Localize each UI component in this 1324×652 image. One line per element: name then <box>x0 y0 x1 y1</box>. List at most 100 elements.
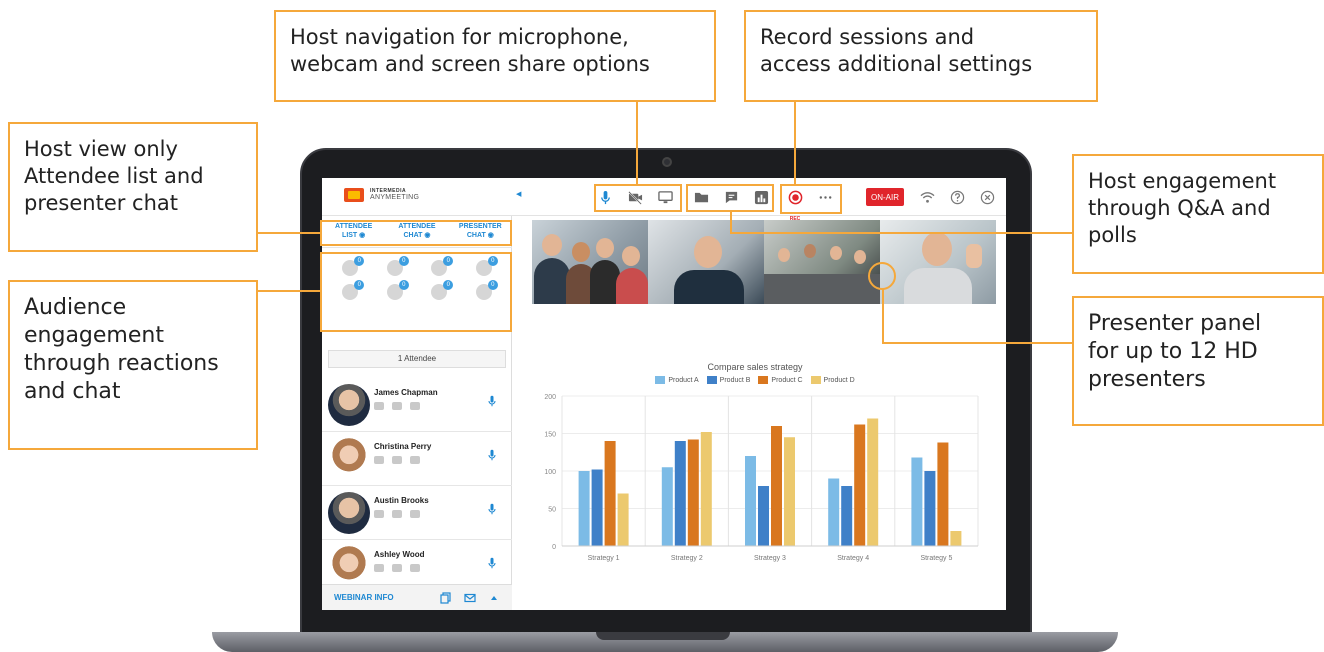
x-tick-label: Strategy 4 <box>837 555 869 562</box>
bar[interactable] <box>854 424 866 547</box>
presenter-status-icon <box>374 456 384 464</box>
callout-audience: Audience engagement through reactions an… <box>8 280 258 450</box>
highlight-reactions <box>320 252 512 332</box>
attendee-name: James Chapman <box>374 388 438 397</box>
legend-swatch <box>655 376 666 384</box>
microphone-icon[interactable] <box>486 394 498 408</box>
legend-item[interactable]: Product D <box>810 376 855 384</box>
leader-line <box>882 288 884 344</box>
y-tick-label: 100 <box>544 469 556 476</box>
bar[interactable] <box>911 457 923 547</box>
chart-title: Compare sales strategy <box>707 362 803 372</box>
x-tick-label: Strategy 2 <box>671 555 703 562</box>
webcam-off-icon <box>392 402 402 410</box>
callout-text: Audience engagement through reactions an… <box>24 295 219 405</box>
bar[interactable] <box>937 442 949 547</box>
webcam-off-icon <box>392 456 402 464</box>
bar[interactable] <box>924 471 936 546</box>
bar[interactable] <box>687 439 699 547</box>
leader-line <box>256 290 320 292</box>
legend-label: Product B <box>719 376 751 384</box>
attendee-count: 1 Attendee <box>328 350 506 368</box>
callout-text: Record sessions and access additional se… <box>760 25 1033 76</box>
copy-icon[interactable] <box>440 592 452 604</box>
bar[interactable] <box>578 471 590 546</box>
attendee-status-icons <box>374 510 420 518</box>
legend-item[interactable]: Product C <box>758 376 803 384</box>
leader-line <box>794 100 796 184</box>
y-tick-label: 200 <box>544 394 556 401</box>
presenter-status-icon <box>374 564 384 572</box>
chevron-up-icon[interactable] <box>488 592 500 604</box>
bar[interactable] <box>674 441 686 546</box>
on-air-button[interactable]: ON-AIR <box>866 188 904 206</box>
callout-text: Host view only Attendee list and present… <box>24 137 204 215</box>
bar[interactable] <box>771 426 782 546</box>
legend-item[interactable]: Product B <box>706 376 751 384</box>
bar[interactable] <box>841 486 853 546</box>
wifi-icon <box>918 188 936 206</box>
attendee-name: Ashley Wood <box>374 550 425 559</box>
wifi-icon <box>410 564 420 572</box>
bar[interactable] <box>950 531 962 546</box>
close-icon[interactable] <box>978 188 996 206</box>
wifi-icon <box>410 402 420 410</box>
webcam-off-icon <box>392 564 402 572</box>
list-item[interactable]: Austin Brooks <box>322 486 512 540</box>
presenter-status-icon <box>374 402 384 410</box>
bar[interactable] <box>758 486 769 546</box>
avatar <box>328 438 370 480</box>
bar[interactable] <box>745 456 756 546</box>
bar[interactable] <box>617 493 629 547</box>
microphone-icon[interactable] <box>486 502 498 516</box>
x-tick-label: Strategy 5 <box>920 555 952 562</box>
legend-label: Product D <box>823 376 855 384</box>
bar[interactable] <box>591 469 603 547</box>
legend-swatch <box>810 376 821 384</box>
webcam-off-icon <box>392 510 402 518</box>
webcam-lens <box>662 157 672 167</box>
attendee-status-icons <box>374 456 420 464</box>
microphone-icon[interactable] <box>486 556 498 570</box>
leader-line <box>730 232 1074 234</box>
avatar <box>328 492 370 534</box>
avatar <box>328 546 370 588</box>
highlight-tabs <box>320 220 512 246</box>
callout-host-view: Host view only Attendee list and present… <box>8 122 258 252</box>
bar[interactable] <box>828 478 840 547</box>
bar[interactable] <box>661 467 673 546</box>
mail-icon[interactable] <box>464 592 476 604</box>
attendee-name: Austin Brooks <box>374 496 429 505</box>
logo-mark-icon <box>344 188 364 202</box>
attendee-list: James Chapman Christina Perry Austin Brook… <box>322 378 512 610</box>
attendee-status-icons <box>374 402 420 410</box>
wifi-icon <box>410 510 420 518</box>
legend-swatch <box>758 376 769 384</box>
bar[interactable] <box>784 437 795 546</box>
attendee-name: Christina Perry <box>374 442 432 451</box>
bar[interactable] <box>604 441 616 546</box>
avatar <box>328 384 370 426</box>
attendee-status-icons <box>374 564 420 572</box>
highlight-qa-polls <box>686 184 774 212</box>
bar[interactable] <box>700 432 712 546</box>
bar-chart: Compare sales strategy Product A Product … <box>518 362 992 572</box>
legend-item[interactable]: Product A <box>655 376 699 384</box>
help-icon[interactable] <box>948 188 966 206</box>
highlight-record <box>780 184 842 214</box>
callout-text: Host navigation for microphone, webcam a… <box>290 25 650 76</box>
leader-line <box>256 232 320 234</box>
legend-label: Product C <box>771 376 803 384</box>
logo: INTERMEDIA ANYMEETING <box>344 188 419 202</box>
webinar-info-bar: WEBINAR INFO <box>322 584 512 610</box>
x-tick-label: Strategy 3 <box>754 555 786 562</box>
y-tick-label: 150 <box>544 432 556 439</box>
list-item[interactable]: James Chapman <box>322 378 512 432</box>
collapse-sidebar-icon[interactable]: ◀ <box>516 190 521 198</box>
presenter-video[interactable] <box>532 220 648 304</box>
webinar-info-link[interactable]: WEBINAR INFO <box>334 593 394 602</box>
microphone-icon[interactable] <box>486 448 498 462</box>
highlight-presenter <box>868 262 896 290</box>
bar[interactable] <box>867 418 879 547</box>
list-item[interactable]: Christina Perry <box>322 432 512 486</box>
